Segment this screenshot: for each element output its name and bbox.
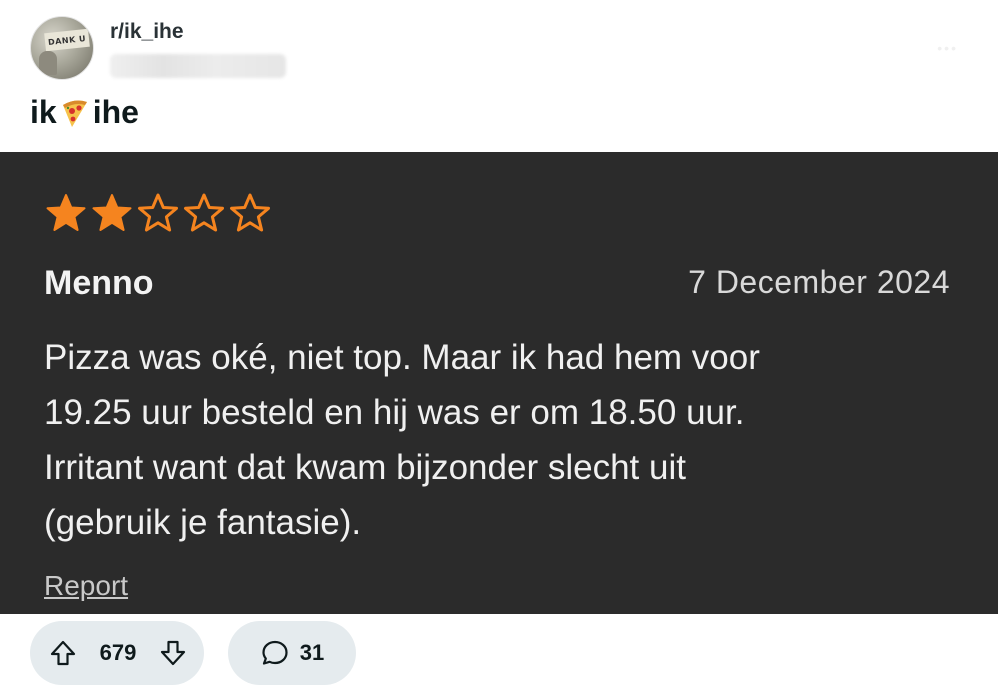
comments-button[interactable]: 31 <box>228 621 356 685</box>
report-link[interactable]: Report <box>44 570 128 602</box>
star-empty-icon <box>138 193 178 232</box>
post-page: DANK U r/ik_ihe ••• ik ihe Menno 7 Decem… <box>0 0 998 698</box>
more-options-icon[interactable]: ••• <box>937 40 958 56</box>
subreddit-name[interactable]: r/ik_ihe <box>110 20 184 44</box>
star-rating <box>44 192 272 234</box>
star-empty-icon <box>230 193 270 232</box>
vote-control: 679 <box>30 621 204 685</box>
username-blurred <box>110 54 286 78</box>
review-date: 7 December 2024 <box>688 264 950 300</box>
star-filled-icon <box>46 194 86 231</box>
post-title: ik ihe <box>30 94 139 131</box>
post-title-suffix: ihe <box>92 94 139 130</box>
subreddit-avatar[interactable]: DANK U <box>30 16 94 80</box>
review-text: Pizza was oké, niet top. Maar ik had hem… <box>44 338 760 542</box>
pizza-icon <box>62 100 87 127</box>
star-filled-icon <box>92 194 132 231</box>
post-title-prefix: ik <box>30 94 57 130</box>
reviewer-name: Menno <box>44 264 154 302</box>
avatar-sign-text: DANK U <box>44 28 90 52</box>
upvote-icon[interactable] <box>48 638 78 668</box>
avatar-figure <box>39 51 57 75</box>
comment-count: 31 <box>299 640 325 665</box>
comment-bubble-icon <box>262 640 288 665</box>
vote-count: 679 <box>99 640 137 665</box>
star-empty-icon <box>184 193 224 232</box>
downvote-icon[interactable] <box>158 638 188 668</box>
